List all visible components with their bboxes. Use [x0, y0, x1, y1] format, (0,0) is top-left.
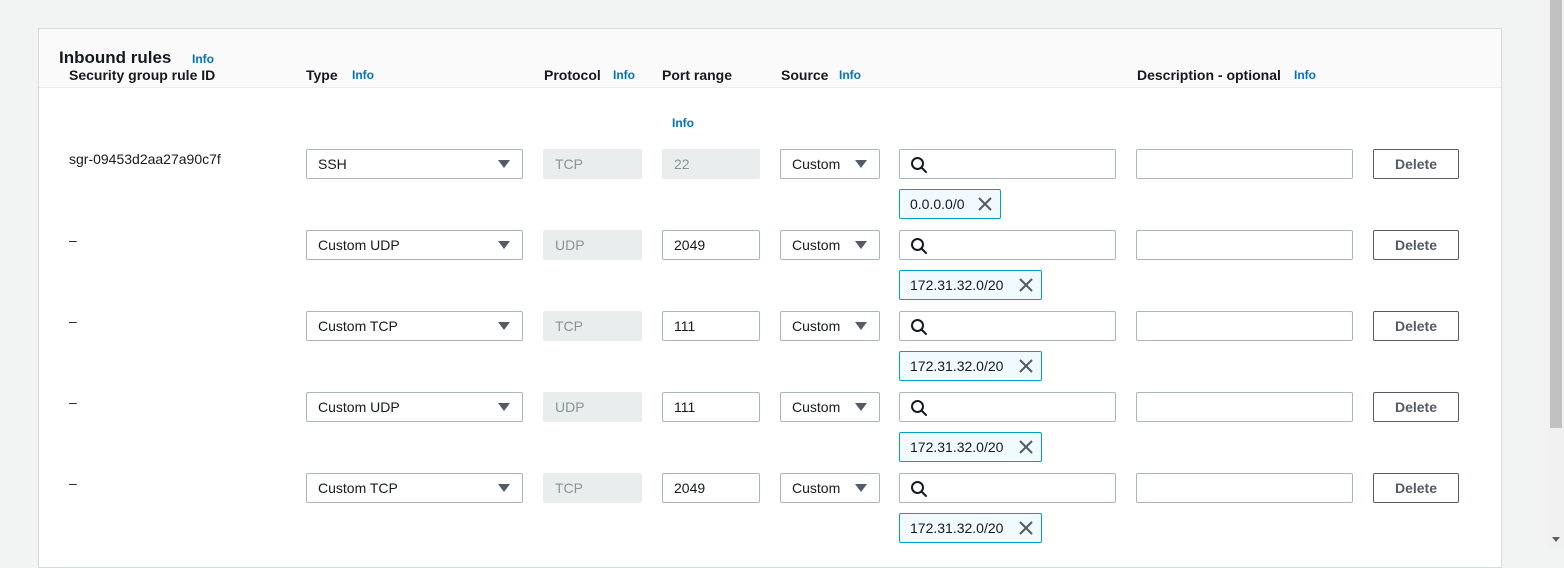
cidr-token: 172.31.32.0/20 — [899, 432, 1042, 462]
rule-id: sgr-09453d2aa27a90c7f — [69, 151, 221, 167]
cidr-search-input[interactable] — [899, 392, 1116, 422]
source-select-value: Custom — [792, 156, 841, 172]
close-icon[interactable] — [1019, 521, 1033, 535]
delete-button[interactable]: Delete — [1373, 230, 1459, 260]
delete-button[interactable]: Delete — [1373, 392, 1459, 422]
cidr-token: 0.0.0.0/0 — [899, 189, 1001, 219]
col-header-rule-id: Security group rule ID — [69, 67, 216, 83]
type-select-value: Custom UDP — [318, 399, 400, 415]
protocol-field: UDP — [543, 392, 642, 422]
delete-button[interactable]: Delete — [1373, 473, 1459, 503]
cidr-token: 172.31.32.0/20 — [899, 513, 1042, 543]
cidr-token-label: 172.31.32.0/20 — [910, 520, 1004, 536]
search-icon — [911, 238, 927, 254]
protocol-info-link[interactable]: Info — [613, 68, 635, 82]
protocol-field: TCP — [543, 473, 642, 503]
cidr-token-label: 172.31.32.0/20 — [910, 439, 1004, 455]
caret-down-icon — [855, 322, 867, 330]
description-info-link[interactable]: Info — [1294, 68, 1316, 82]
source-select[interactable]: Custom — [780, 149, 880, 179]
delete-button[interactable]: Delete — [1373, 311, 1459, 341]
type-select-value: Custom TCP — [318, 480, 398, 496]
description-input[interactable] — [1136, 473, 1353, 503]
type-select[interactable]: Custom UDP — [306, 230, 523, 260]
type-select[interactable]: Custom TCP — [306, 311, 523, 341]
port-range-input[interactable]: 2049 — [662, 473, 760, 503]
rule-id: – — [69, 232, 77, 248]
delete-button[interactable]: Delete — [1373, 149, 1459, 179]
caret-down-icon — [855, 241, 867, 249]
col-header-type: Type — [306, 67, 338, 83]
scrollbar[interactable] — [1548, 0, 1564, 548]
port-range-input[interactable]: 2049 — [662, 230, 760, 260]
scrollbar-thumb[interactable] — [1550, 0, 1562, 428]
col-header-port-range: Port range — [662, 67, 733, 83]
rule-id: – — [69, 313, 77, 329]
protocol-field: TCP — [543, 149, 642, 179]
source-select-value: Custom — [792, 480, 841, 496]
type-select-value: SSH — [318, 156, 347, 172]
close-icon[interactable] — [1019, 278, 1033, 292]
panel-info-link[interactable]: Info — [192, 52, 214, 66]
cidr-token: 172.31.32.0/20 — [899, 270, 1042, 300]
panel-title: Inbound rules — [59, 48, 172, 67]
type-select[interactable]: SSH — [306, 149, 523, 179]
col-header-protocol: Protocol — [544, 67, 601, 83]
port-range-field: 22 — [662, 149, 760, 179]
source-select[interactable]: Custom — [780, 230, 880, 260]
cidr-search-input[interactable] — [899, 230, 1116, 260]
cidr-token-label: 172.31.32.0/20 — [910, 358, 1004, 374]
cidr-search-input[interactable] — [899, 473, 1116, 503]
source-select[interactable]: Custom — [780, 311, 880, 341]
source-select-value: Custom — [792, 237, 841, 253]
source-select[interactable]: Custom — [780, 473, 880, 503]
protocol-field: UDP — [543, 230, 642, 260]
source-info-link[interactable]: Info — [839, 68, 861, 82]
search-icon — [911, 400, 927, 416]
type-select[interactable]: Custom TCP — [306, 473, 523, 503]
caret-down-icon — [498, 160, 510, 168]
type-select[interactable]: Custom UDP — [306, 392, 523, 422]
caret-down-icon — [855, 403, 867, 411]
close-icon[interactable] — [1019, 359, 1033, 373]
port-range-input[interactable]: 111 — [662, 311, 760, 341]
type-select-value: Custom UDP — [318, 237, 400, 253]
col-header-source: Source — [781, 67, 829, 83]
source-select[interactable]: Custom — [780, 392, 880, 422]
description-input[interactable] — [1136, 311, 1353, 341]
cidr-token-label: 172.31.32.0/20 — [910, 277, 1004, 293]
rule-id: – — [69, 475, 77, 491]
port-range-info-link[interactable]: Info — [672, 116, 694, 130]
description-input[interactable] — [1136, 230, 1353, 260]
port-range-input[interactable]: 111 — [662, 392, 760, 422]
caret-down-icon — [498, 403, 510, 411]
caret-down-icon — [498, 484, 510, 492]
source-select-value: Custom — [792, 318, 841, 334]
cidr-search-input[interactable] — [899, 149, 1116, 179]
type-info-link[interactable]: Info — [352, 68, 374, 82]
description-input[interactable] — [1136, 149, 1353, 179]
description-input[interactable] — [1136, 392, 1353, 422]
source-select-value: Custom — [792, 399, 841, 415]
scroll-down-arrow-icon[interactable] — [1552, 537, 1560, 542]
protocol-field: TCP — [543, 311, 642, 341]
caret-down-icon — [855, 484, 867, 492]
type-select-value: Custom TCP — [318, 318, 398, 334]
close-icon[interactable] — [978, 197, 992, 211]
rule-id: – — [69, 394, 77, 410]
caret-down-icon — [498, 241, 510, 249]
search-icon — [911, 319, 927, 335]
panel-header: Inbound rules Info — [39, 29, 1501, 88]
cidr-token: 172.31.32.0/20 — [899, 351, 1042, 381]
cidr-token-label: 0.0.0.0/0 — [910, 196, 965, 212]
caret-down-icon — [855, 160, 867, 168]
cidr-search-input[interactable] — [899, 311, 1116, 341]
search-icon — [911, 481, 927, 497]
search-icon — [911, 157, 927, 173]
close-icon[interactable] — [1019, 440, 1033, 454]
col-header-description: Description - optional — [1137, 67, 1281, 83]
caret-down-icon — [498, 322, 510, 330]
